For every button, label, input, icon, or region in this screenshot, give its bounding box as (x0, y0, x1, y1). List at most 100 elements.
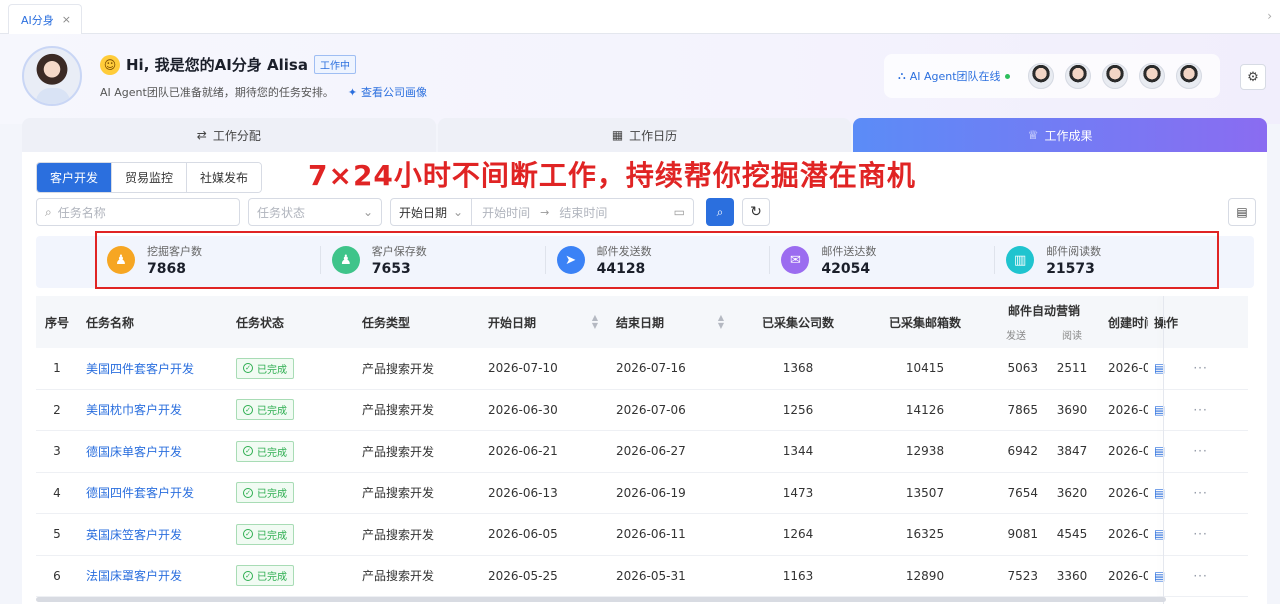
col-ops: 操作 (1154, 315, 1179, 330)
refresh-button[interactable]: ↻ (742, 198, 770, 226)
document-icon: ▤ (1236, 205, 1248, 219)
subtab-social-publish[interactable]: 社媒发布 (187, 163, 262, 192)
task-name-link[interactable]: 美国枕巾客户开发 (78, 401, 228, 418)
cell-sent: 9081 (1007, 527, 1038, 542)
horizontal-scrollbar[interactable] (36, 597, 1166, 602)
status-placeholder: 任务状态 (257, 205, 306, 220)
chevron-down-icon: ⌄ (453, 205, 464, 219)
cell-companies: 1473 (782, 485, 814, 500)
col-email-marketing: 邮件自动营销 发送 阅读 (988, 302, 1100, 342)
sort-icon[interactable]: ▲ ▼ (592, 314, 598, 330)
tab-ai-avatar[interactable]: AI分身 × (8, 4, 82, 34)
table-row[interactable]: 2 美国枕巾客户开发 ✓ 已完成 产品搜索开发 2026-06-30 2026-0… (36, 390, 1248, 431)
tab-work-results[interactable]: ♕ 工作成果 (853, 118, 1268, 152)
subtab-trade-monitor[interactable]: 贸易监控 (112, 163, 188, 192)
agent-avatar[interactable] (1138, 63, 1165, 89)
cell-start-date: 2026-06-30 (488, 402, 558, 417)
table-body: 1 美国四件套客户开发 ✓ 已完成 产品搜索开发 2026-07-10 2026-… (36, 348, 1248, 597)
sort-icon[interactable]: ▲ ▼ (718, 314, 724, 330)
cell-status: ✓ 已完成 (228, 565, 354, 587)
subtab-customer-dev[interactable]: 客户开发 (37, 163, 113, 192)
chevron-right-icon[interactable]: › (1267, 9, 1272, 23)
table-row[interactable]: 6 法国床罩客户开发 ✓ 已完成 产品搜索开发 2026-05-25 2026-0… (36, 556, 1248, 597)
task-name-link[interactable]: 法国床罩客户开发 (78, 567, 228, 584)
task-name-link[interactable]: 英国床笠客户开发 (78, 526, 228, 543)
table-row[interactable]: 1 美国四件套客户开发 ✓ 已完成 产品搜索开发 2026-07-10 2026-… (36, 348, 1248, 390)
more-icon[interactable]: ··· (1193, 486, 1207, 500)
cell-ops: ▤ ··· (1148, 486, 1228, 500)
end-date-input[interactable]: 结束时间 (549, 204, 617, 221)
promo-headline: 7×24小时不间断工作，持续帮你挖掘潜在商机 (308, 159, 916, 192)
agent-team-panel: ⛬ AI Agent团队在线 (884, 54, 1220, 98)
cell-type: 产品搜索开发 (362, 361, 435, 376)
cell-status: ✓ 已完成 (228, 482, 354, 504)
cell-status: ✓ 已完成 (228, 357, 354, 379)
more-icon[interactable]: ··· (1193, 569, 1207, 583)
task-name-link[interactable]: 德国床单客户开发 (78, 443, 228, 460)
cell-read: 3847 (1056, 444, 1088, 459)
cell-index: 6 (53, 568, 61, 583)
col-created-time: 创建时间 (1108, 315, 1148, 330)
table-row[interactable]: 4 德国四件套客户开发 ✓ 已完成 产品搜索开发 2026-06-13 2026-… (36, 473, 1248, 514)
col-task-type: 任务类型 (362, 315, 411, 330)
agent-avatar[interactable] (1064, 63, 1091, 89)
agent-avatar[interactable] (1175, 63, 1202, 89)
tab-work-assignment[interactable]: ⇄ 工作分配 (22, 118, 436, 152)
smile-icon: ☺ (100, 54, 120, 75)
col-start-date-label: 开始日期 (488, 315, 537, 330)
table-row[interactable]: 5 英国床笠客户开发 ✓ 已完成 产品搜索开发 2026-06-05 2026-0… (36, 514, 1248, 556)
cell-ops: ▤ ··· (1148, 527, 1228, 541)
close-icon[interactable]: × (62, 13, 71, 26)
cell-end-date: 2026-07-06 (616, 402, 686, 417)
cell-companies: 1368 (782, 361, 814, 376)
cell-ops: ▤ ··· (1148, 403, 1228, 417)
task-name-link[interactable]: 德国四件套客户开发 (78, 484, 228, 501)
cell-end-date: 2026-07-16 (616, 361, 686, 376)
search-button[interactable]: ⌕ (706, 198, 734, 226)
date-type-select[interactable]: 开始日期 ⌄ (391, 199, 473, 225)
task-name-search[interactable]: ⌕ 任务名称 (36, 198, 240, 226)
col-end-date-label: 结束日期 (616, 315, 665, 330)
cell-index: 3 (53, 444, 61, 459)
cell-status: ✓ 已完成 (228, 523, 354, 545)
export-button[interactable]: ▤ (1228, 198, 1256, 226)
more-icon[interactable]: ··· (1193, 403, 1207, 417)
cell-created: 2026-06 (1108, 402, 1148, 417)
status-text: 已完成 (257, 572, 287, 584)
online-dot (1004, 73, 1010, 79)
cell-companies: 1344 (782, 444, 814, 459)
tab-work-calendar[interactable]: ▦ 工作日历 (437, 118, 852, 152)
date-range-picker[interactable]: 开始日期 ⌄ 开始时间 → 结束时间 ▭ (390, 198, 694, 226)
agent-avatar[interactable] (1101, 63, 1128, 89)
cell-created: 2026-07 (1108, 361, 1148, 376)
cell-start-date: 2026-06-05 (488, 527, 558, 542)
cell-read: 2511 (1056, 361, 1088, 376)
date-type-label: 开始日期 (399, 205, 448, 220)
company-profile-link[interactable]: ✦ 查看公司画像 (348, 84, 427, 100)
task-name-link[interactable]: 美国四件套客户开发 (78, 360, 228, 377)
cell-index: 1 (53, 361, 61, 376)
cell-ops: ▤ ··· (1148, 361, 1228, 375)
more-icon[interactable]: ··· (1193, 527, 1207, 541)
cell-read: 3620 (1056, 485, 1088, 500)
cell-end-date: 2026-06-27 (616, 444, 686, 459)
agent-avatar[interactable] (1027, 63, 1054, 89)
cell-emails: 16325 (905, 527, 945, 542)
cell-emails: 12890 (905, 568, 945, 583)
status-tag: ✓ 已完成 (236, 523, 294, 545)
team-online-label: ⛬ AI Agent团队在线 (898, 68, 1010, 84)
task-status-select[interactable]: 任务状态 ⌄ (248, 198, 382, 226)
cell-ops: ▤ ··· (1148, 569, 1228, 583)
status-tag: ✓ 已完成 (236, 565, 294, 587)
more-icon[interactable]: ··· (1193, 361, 1207, 375)
filter-bar: ⌕ 任务名称 任务状态 ⌄ 开始日期 ⌄ 开始时间 → 结束时间 ▭ ⌕ ↻ (36, 198, 770, 226)
start-date-input[interactable]: 开始时间 (472, 204, 540, 221)
col-end-date[interactable]: 结束日期 ▲ ▼ (608, 314, 734, 331)
cell-emails: 13507 (905, 485, 945, 500)
cell-type: 产品搜索开发 (362, 486, 435, 501)
col-start-date[interactable]: 开始日期 ▲ ▼ (480, 314, 608, 331)
cell-type: 产品搜索开发 (362, 569, 435, 584)
table-row[interactable]: 3 德国床单客户开发 ✓ 已完成 产品搜索开发 2026-06-21 2026-0… (36, 431, 1248, 473)
settings-button[interactable]: ⚙ (1240, 64, 1266, 90)
more-icon[interactable]: ··· (1193, 444, 1207, 458)
